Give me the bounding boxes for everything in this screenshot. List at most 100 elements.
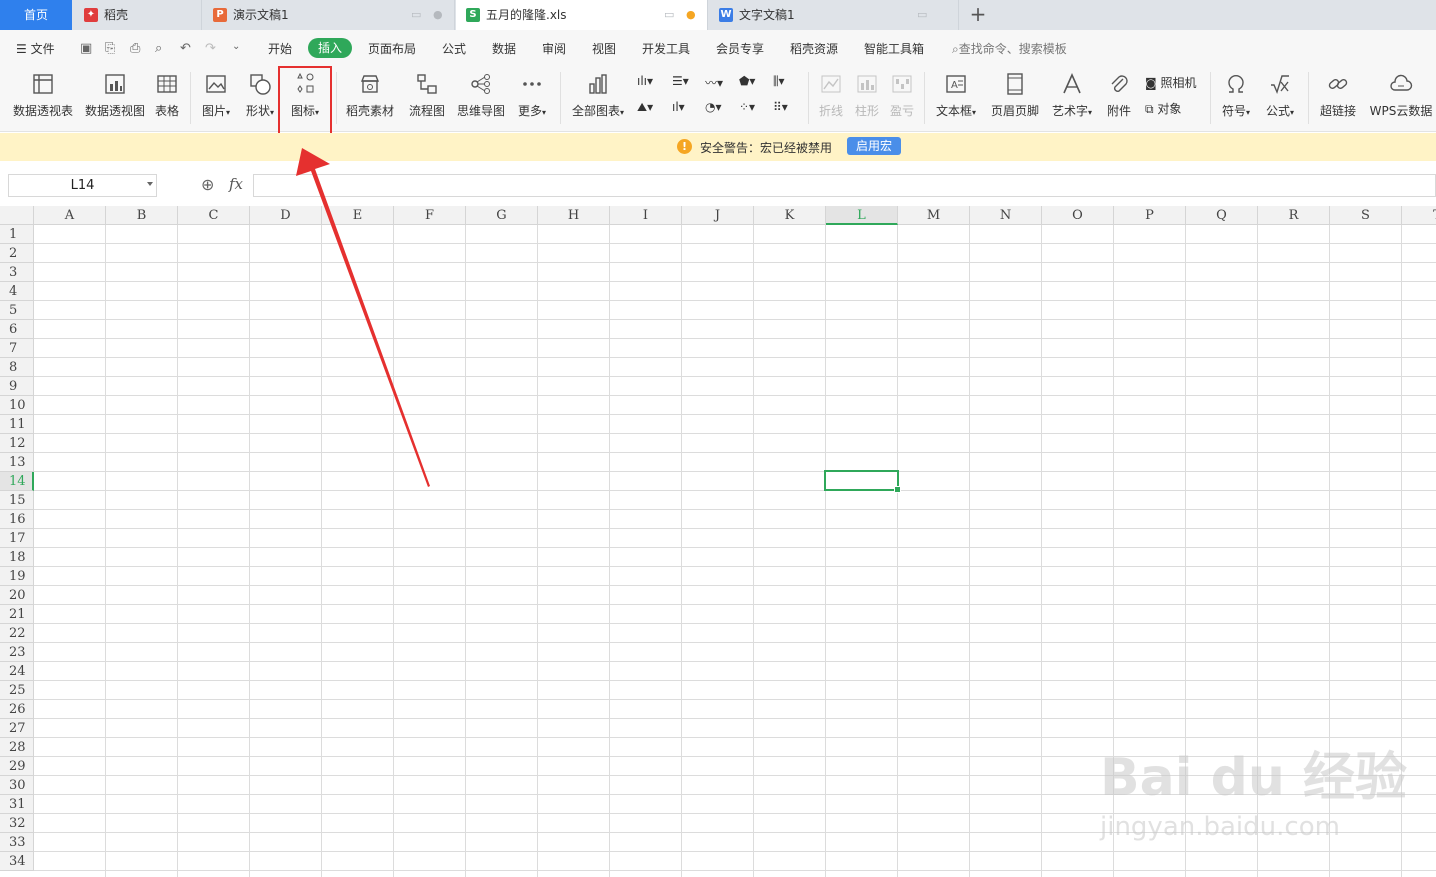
name-box[interactable]: L14: [8, 174, 157, 197]
pivot-chart-button[interactable]: 数据透视图: [84, 72, 146, 122]
column-header[interactable]: T: [1402, 206, 1436, 225]
column-header[interactable]: S: [1330, 206, 1402, 225]
row-header[interactable]: 6: [0, 320, 34, 339]
scatter-chart-icon[interactable]: ⁘▾: [739, 100, 755, 114]
formula-input[interactable]: [253, 174, 1436, 197]
bubble-chart-icon[interactable]: ⠿▾: [773, 100, 788, 114]
row-header[interactable]: 33: [0, 833, 34, 852]
row-header[interactable]: 7: [0, 339, 34, 358]
close-dot-icon[interactable]: ●: [433, 0, 443, 30]
column-header[interactable]: J: [682, 206, 754, 225]
hyperlink-button[interactable]: 超链接: [1316, 72, 1360, 122]
menu-smart-toolbox[interactable]: 智能工具箱: [864, 40, 924, 57]
column-header[interactable]: I: [610, 206, 682, 225]
row-header[interactable]: 29: [0, 757, 34, 776]
barh-chart-icon[interactable]: ☰▾: [672, 74, 689, 88]
row-header[interactable]: 19: [0, 567, 34, 586]
row-header[interactable]: 21: [0, 605, 34, 624]
tab-home[interactable]: 首页: [0, 0, 72, 30]
tab-presentation[interactable]: P 演示文稿1 ▭ ●: [203, 0, 455, 30]
column-header[interactable]: C: [178, 206, 250, 225]
line-chart-icon[interactable]: 〰▾: [705, 74, 723, 91]
enable-macro-button[interactable]: 启用宏: [847, 137, 902, 155]
menu-view[interactable]: 视图: [592, 40, 616, 57]
row-header[interactable]: 16: [0, 510, 34, 529]
row-header[interactable]: 8: [0, 358, 34, 377]
undo-icon[interactable]: ↶: [180, 41, 191, 56]
mindmap-button[interactable]: 思维导图: [456, 72, 506, 122]
daoke-material-button[interactable]: 稻壳素材: [344, 72, 396, 122]
row-header[interactable]: 13: [0, 453, 34, 472]
column-header[interactable]: H: [538, 206, 610, 225]
row-header[interactable]: 30: [0, 776, 34, 795]
file-menu[interactable]: ☰ 文件: [16, 40, 55, 57]
row-header[interactable]: 9: [0, 377, 34, 396]
row-header[interactable]: 26: [0, 700, 34, 719]
row-header[interactable]: 27: [0, 719, 34, 738]
menu-developer[interactable]: 开发工具: [642, 40, 690, 57]
redo-icon[interactable]: ↷: [205, 41, 216, 56]
row-header[interactable]: 3: [0, 263, 34, 282]
pivot-table-button[interactable]: 数据透视表: [12, 72, 74, 122]
menu-daoke-resources[interactable]: 稻壳资源: [790, 40, 838, 57]
sparkline-winloss-button[interactable]: 盈亏: [887, 72, 917, 122]
column-header[interactable]: N: [970, 206, 1042, 225]
shape-button[interactable]: 形状▾: [242, 72, 278, 122]
table-button[interactable]: 表格: [152, 72, 182, 122]
monitor-icon[interactable]: ▭: [664, 0, 674, 30]
menu-review[interactable]: 审阅: [542, 40, 566, 57]
add-tab-button[interactable]: +: [966, 0, 990, 30]
tab-word[interactable]: W 文字文稿1 ▭: [709, 0, 959, 30]
row-header[interactable]: 11: [0, 415, 34, 434]
wordart-button[interactable]: 艺术字▾: [1048, 72, 1096, 122]
column-header[interactable]: M: [898, 206, 970, 225]
row-header[interactable]: 15: [0, 491, 34, 510]
menu-insert[interactable]: 插入: [308, 38, 353, 58]
print-icon[interactable]: ⎙: [130, 41, 140, 56]
formula-button[interactable]: 公式▾: [1262, 72, 1298, 122]
monitor-icon[interactable]: ▭: [917, 0, 927, 30]
preview-icon[interactable]: ⌕: [155, 41, 162, 56]
search-command[interactable]: ⌕查找命令、搜索模板: [952, 40, 1067, 57]
row-header[interactable]: 1: [0, 225, 34, 244]
select-all-corner[interactable]: [0, 206, 34, 225]
chevron-down-icon[interactable]: [147, 182, 153, 186]
row-header[interactable]: 20: [0, 586, 34, 605]
monitor-icon[interactable]: ▭: [411, 0, 421, 30]
all-charts-button[interactable]: 全部图表▾: [568, 72, 628, 122]
attachment-button[interactable]: 附件: [1104, 72, 1134, 122]
menu-data[interactable]: 数据: [492, 40, 516, 57]
menu-formula[interactable]: 公式: [442, 40, 466, 57]
combo-chart-icon[interactable]: ıl▾: [672, 100, 685, 114]
row-header[interactable]: 18: [0, 548, 34, 567]
menu-start[interactable]: 开始: [268, 40, 292, 57]
row-header[interactable]: 24: [0, 662, 34, 681]
more-button[interactable]: 更多▾: [514, 72, 550, 122]
symbol-button[interactable]: 符号▾: [1218, 72, 1254, 122]
column-header[interactable]: F: [394, 206, 466, 225]
object-button[interactable]: ⧉ 对象: [1145, 100, 1181, 117]
header-footer-button[interactable]: 页眉页脚: [990, 72, 1040, 122]
fx-button[interactable]: fx: [229, 175, 243, 193]
flowchart-button[interactable]: 流程图: [406, 72, 448, 122]
wps-cloud-button[interactable]: WPS云数据: [1368, 72, 1434, 122]
row-header[interactable]: 31: [0, 795, 34, 814]
row-header[interactable]: 10: [0, 396, 34, 415]
row-header[interactable]: 17: [0, 529, 34, 548]
column-header[interactable]: K: [754, 206, 826, 225]
row-header[interactable]: 5: [0, 301, 34, 320]
picture-button[interactable]: 图片▾: [198, 72, 234, 122]
chevron-down-icon[interactable]: ⌄: [232, 41, 240, 52]
zoom-icon[interactable]: ⊕: [201, 175, 214, 194]
row-header[interactable]: 14: [0, 472, 34, 491]
row-header[interactable]: 25: [0, 681, 34, 700]
unsaved-dot-icon[interactable]: ●: [686, 0, 696, 30]
sparkline-line-button[interactable]: 折线: [816, 72, 846, 122]
row-header[interactable]: 32: [0, 814, 34, 833]
column-header[interactable]: D: [250, 206, 322, 225]
menu-member[interactable]: 会员专享: [716, 40, 764, 57]
row-header[interactable]: 2: [0, 244, 34, 263]
row-header[interactable]: 34: [0, 852, 34, 871]
column-header[interactable]: E: [322, 206, 394, 225]
selected-cell[interactable]: [824, 470, 901, 493]
